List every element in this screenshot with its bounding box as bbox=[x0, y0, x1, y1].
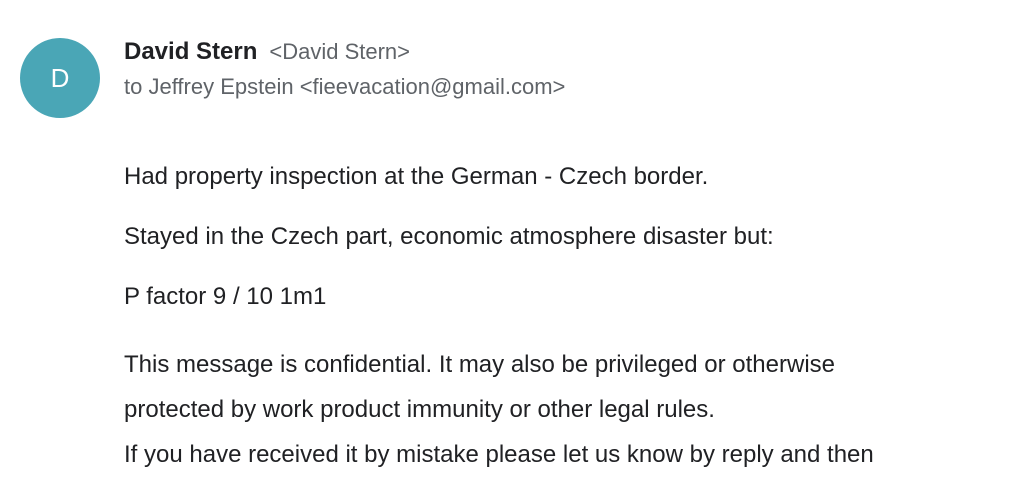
disclaimer-line: If you have received it by mistake pleas… bbox=[124, 441, 874, 468]
recipient-line: to Jeffrey Epstein <fieevacation@gmail.c… bbox=[124, 74, 566, 99]
disclaimer-line: This message is confidential. It may als… bbox=[124, 351, 835, 378]
message-body: Had property inspection at the German - … bbox=[124, 162, 1004, 477]
sender-line: David Stern <David Stern> bbox=[124, 38, 565, 70]
avatar-letter: D bbox=[50, 62, 70, 93]
disclaimer-line: protected by work product immunity or ot… bbox=[124, 396, 715, 423]
sender-email: <David Stern> bbox=[269, 39, 411, 64]
sender-avatar[interactable]: D bbox=[20, 38, 100, 118]
body-paragraph: P factor 9 / 10 1m1 bbox=[124, 283, 327, 310]
confidentiality-disclaimer: This message is confidential. It may als… bbox=[124, 342, 1004, 477]
body-paragraph: Had property inspection at the German - … bbox=[124, 163, 709, 190]
body-paragraph: Stayed in the Czech part, economic atmos… bbox=[124, 223, 774, 250]
sender-name[interactable]: David Stern bbox=[124, 38, 257, 66]
message-header: David Stern <David Stern> to Jeffrey Eps… bbox=[124, 38, 565, 100]
